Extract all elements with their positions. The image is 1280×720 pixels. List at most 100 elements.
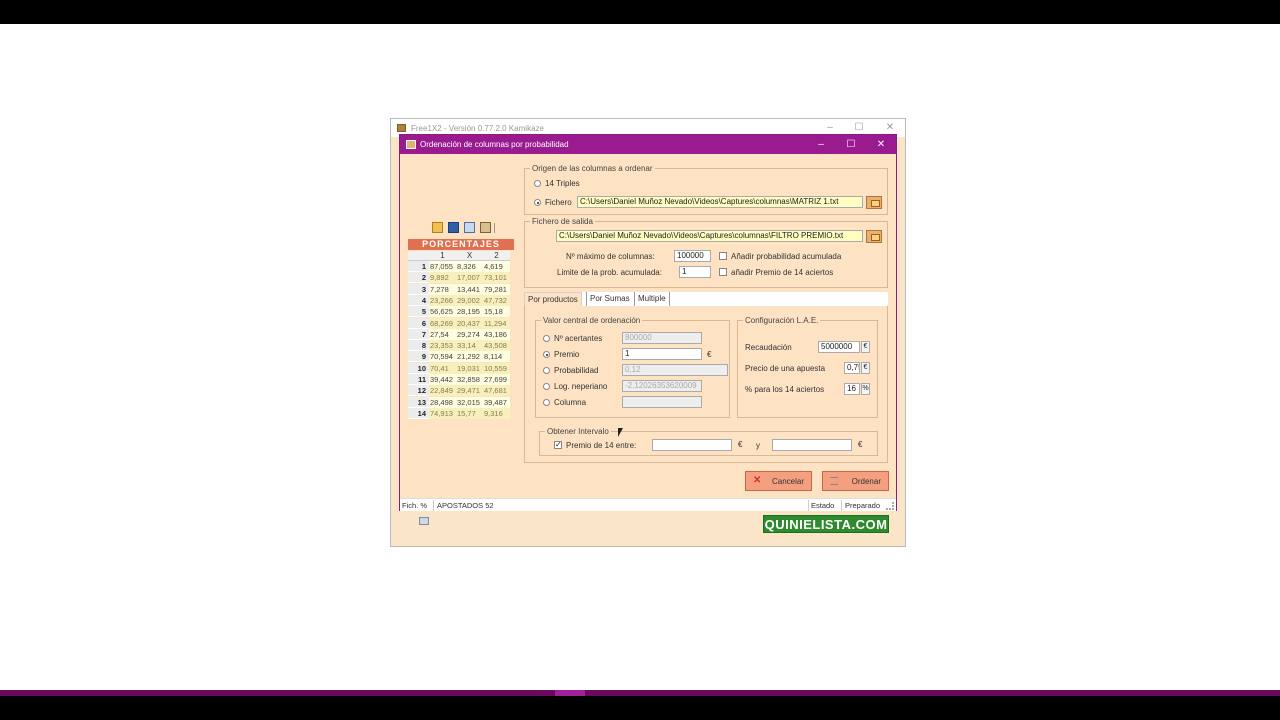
radio-acertantes[interactable] (543, 335, 550, 342)
save-icon[interactable] (448, 222, 459, 233)
table-row[interactable]: 10 70,41 19,031 10,559 (408, 362, 514, 374)
table-cell[interactable]: 28,498 (429, 396, 456, 408)
radio-premio[interactable] (543, 351, 550, 358)
table-row[interactable]: 1 87,055 8,326 4,619 (408, 261, 514, 272)
table-cell[interactable]: 29,471 (456, 385, 483, 397)
table-cell[interactable]: 29,002 (456, 294, 483, 306)
table-row[interactable]: 2 9,892 17,007 73,101 (408, 272, 514, 284)
table-cell[interactable]: 39,487 (483, 396, 510, 408)
add-prob-checkbox[interactable] (719, 252, 727, 260)
table-cell[interactable]: 33,14 (456, 340, 483, 352)
limite-input[interactable]: 1 (679, 266, 711, 278)
table-cell[interactable]: 8,114 (483, 351, 510, 363)
table-cell[interactable]: 15,77 (456, 407, 483, 419)
table-cell[interactable]: 8,326 (456, 261, 483, 272)
table-cell[interactable]: 23,266 (429, 294, 456, 306)
main-maximize-button[interactable]: ☐ (852, 122, 866, 134)
table-cell[interactable]: 32,015 (456, 396, 483, 408)
table-cell[interactable]: 17,007 (456, 272, 483, 284)
dialog-minimize-button[interactable]: – (814, 138, 828, 151)
dialog-close-button[interactable]: ✕ (874, 138, 888, 151)
table-cell[interactable]: 68,269 (429, 317, 456, 329)
table-cell[interactable]: 4,619 (483, 261, 510, 272)
table-row[interactable]: 14 74,913 15,77 9,316 (408, 407, 514, 419)
table-cell[interactable]: 19,031 (456, 362, 483, 374)
quinielista-logo[interactable]: QUINIELISTA.COM (763, 515, 889, 533)
table-cell[interactable]: 27,54 (429, 328, 456, 340)
table-cell[interactable]: 9,316 (483, 407, 510, 419)
add-premio-checkbox[interactable] (719, 268, 727, 276)
intervalo-to-input[interactable] (772, 439, 852, 451)
ordenar-button[interactable]: Ordenar (822, 471, 889, 491)
table-cell[interactable]: 15,18 (483, 306, 510, 318)
table-row[interactable]: 11 39,442 32,858 27,699 (408, 374, 514, 385)
table-cell[interactable]: 29,274 (456, 328, 483, 340)
table-cell[interactable]: 79,281 (483, 283, 510, 295)
table-cell[interactable]: 9,892 (429, 272, 456, 284)
table-cell[interactable]: 43,508 (483, 340, 510, 352)
table-row[interactable]: 3 7,278 13,441 79,281 (408, 283, 514, 295)
table-cell[interactable]: 32,858 (456, 374, 483, 385)
radio-probabilidad[interactable] (543, 367, 550, 374)
table-cell[interactable]: 13,441 (456, 283, 483, 295)
origen-browse-button[interactable] (866, 196, 882, 209)
table-row[interactable]: 5 56,625 28,195 15,18 (408, 306, 514, 318)
table-row[interactable]: 7 27,54 29,274 43,186 (408, 328, 514, 340)
cancel-button[interactable]: ✕ Cancelar (745, 471, 812, 491)
table-cell[interactable]: 70,594 (429, 351, 456, 363)
intervalo-from-input[interactable] (652, 439, 732, 451)
salida-browse-button[interactable] (866, 230, 882, 243)
table-cell[interactable]: 11,294 (483, 317, 510, 329)
porcentaje-input[interactable]: 16 (844, 383, 860, 395)
table-cell[interactable]: 28,195 (456, 306, 483, 318)
table-cell[interactable]: 23,353 (429, 340, 456, 352)
table-row[interactable]: 4 23,266 29,002 47,732 (408, 294, 514, 306)
table-cell[interactable]: 56,625 (429, 306, 456, 318)
table-cell[interactable]: 87,055 (429, 261, 456, 272)
main-minimize-button[interactable]: – (823, 122, 837, 134)
radio-log-neperiano[interactable] (543, 383, 550, 390)
table-row[interactable]: 6 68,269 20,437 11,294 (408, 317, 514, 329)
radio-columna[interactable] (543, 399, 550, 406)
table-cell[interactable]: 22,849 (429, 385, 456, 397)
table-cell[interactable]: 7,278 (429, 283, 456, 295)
table-cell[interactable]: 39,442 (429, 374, 456, 385)
salida-file-input[interactable]: C:\Users\Daniel Muñoz Nevado\Videos\Capt… (556, 230, 863, 242)
recaudacion-input[interactable]: 5000000 (818, 341, 860, 353)
table-cell[interactable]: 47,681 (483, 385, 510, 397)
table-cell[interactable]: 74,913 (429, 407, 456, 419)
radio-fichero[interactable] (534, 199, 541, 206)
max-cols-input[interactable]: 100000 (674, 250, 711, 262)
tab-por-sumas[interactable]: Por Sumas (586, 292, 633, 306)
table-cell[interactable]: 43,186 (483, 328, 510, 340)
probabilidad-input[interactable]: 0,12 (622, 364, 728, 376)
origen-file-input[interactable]: C:\Users\Daniel Muñoz Nevado\Videos\Capt… (577, 196, 863, 208)
premio-intervalo-checkbox[interactable]: ✓ (554, 441, 562, 449)
tab-por-productos[interactable]: Por productos (524, 292, 582, 306)
log-neperiano-input[interactable]: -2,12026353620009 (622, 380, 702, 392)
tab-multiple[interactable]: Multiple (634, 292, 670, 306)
resize-grip[interactable] (886, 502, 894, 510)
paste-icon[interactable] (480, 222, 491, 233)
mail-icon[interactable] (419, 517, 429, 525)
dialog-maximize-button[interactable]: ☐ (844, 138, 858, 151)
table-cell[interactable]: 73,101 (483, 272, 510, 284)
main-close-button[interactable]: ✕ (883, 122, 897, 134)
table-cell[interactable]: 47,732 (483, 294, 510, 306)
acertantes-input[interactable]: 800000 (622, 332, 702, 344)
table-cell[interactable]: 70,41 (429, 362, 456, 374)
table-row[interactable]: 12 22,849 29,471 47,681 (408, 385, 514, 397)
table-cell[interactable]: 21,292 (456, 351, 483, 363)
table-cell[interactable]: 27,699 (483, 374, 510, 385)
premio-input[interactable]: 1 (622, 348, 702, 360)
columna-input[interactable] (622, 396, 702, 408)
radio-14-triples[interactable] (534, 180, 541, 187)
table-row[interactable]: 8 23,353 33,14 43,508 (408, 340, 514, 352)
copy-icon[interactable] (464, 222, 475, 233)
folder-open-icon[interactable] (432, 222, 443, 233)
precio-input[interactable]: 0,75 (844, 362, 860, 374)
table-cell[interactable]: 10,559 (483, 362, 510, 374)
table-row[interactable]: 9 70,594 21,292 8,114 (408, 351, 514, 363)
table-cell[interactable]: 20,437 (456, 317, 483, 329)
table-row[interactable]: 13 28,498 32,015 39,487 (408, 396, 514, 408)
